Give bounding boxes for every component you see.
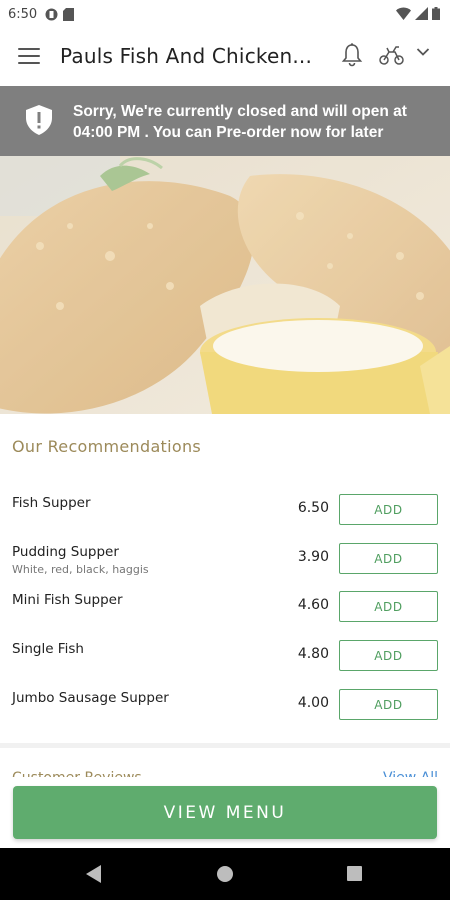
recents-icon[interactable] (347, 866, 362, 881)
chevron-down-icon[interactable] (416, 47, 430, 57)
list-item: Single Fish 4.80 ADD (0, 636, 450, 678)
add-button[interactable]: ADD (339, 591, 438, 622)
add-button[interactable]: ADD (339, 640, 438, 671)
delivery-scooter-icon[interactable] (378, 44, 406, 66)
app-bar: Pauls Fish And Chicken... (0, 28, 450, 86)
closed-notice-text: Sorry, We're currently closed and will o… (73, 103, 407, 141)
add-button[interactable]: ADD (339, 494, 438, 525)
restaurant-title: Pauls Fish And Chicken... (60, 44, 310, 68)
back-icon[interactable] (86, 865, 102, 883)
view-all-reviews-link[interactable]: View All (383, 768, 438, 777)
add-button[interactable]: ADD (339, 689, 438, 720)
bell-icon[interactable] (340, 42, 364, 68)
add-button[interactable]: ADD (339, 543, 438, 574)
item-name: Single Fish (12, 641, 84, 657)
restaurant-hero-image (0, 156, 450, 414)
status-bar: 6:50 (0, 0, 450, 28)
item-price: 4.60 (297, 597, 329, 613)
recommendations-title: Our Recommendations (12, 437, 202, 456)
item-description: White, red, black, haggis (12, 563, 149, 576)
section-divider (0, 743, 450, 748)
item-name: Pudding Supper (12, 544, 119, 560)
sd-card-icon (63, 7, 75, 21)
item-name: Mini Fish Supper (12, 592, 123, 608)
closed-notice-banner: Sorry, We're currently closed and will o… (0, 86, 450, 156)
view-menu-button[interactable]: VIEW MENU (13, 786, 437, 839)
item-name: Fish Supper (12, 495, 91, 511)
item-price: 4.80 (297, 646, 329, 662)
hamburger-menu-icon[interactable] (18, 48, 40, 66)
item-price: 4.00 (297, 695, 329, 711)
list-item: Mini Fish Supper 4.60 ADD (0, 587, 450, 629)
wifi-icon (396, 7, 411, 20)
list-item: Fish Supper 6.50 ADD (0, 490, 450, 532)
list-item: Jumbo Sausage Supper 4.00 ADD (0, 685, 450, 727)
signal-icon (415, 7, 428, 20)
item-price: 6.50 (297, 500, 329, 516)
system-navigation-bar (0, 848, 450, 900)
app-notification-icon (45, 8, 58, 20)
status-time: 6:50 (8, 6, 38, 22)
list-item: Pudding Supper White, red, black, haggis… (0, 539, 450, 581)
shield-alert-icon (26, 105, 52, 135)
battery-icon (432, 7, 440, 20)
item-price: 3.90 (297, 549, 329, 565)
home-icon[interactable] (217, 866, 233, 882)
item-name: Jumbo Sausage Supper (12, 690, 169, 706)
customer-reviews-title: Customer Reviews (12, 768, 142, 777)
